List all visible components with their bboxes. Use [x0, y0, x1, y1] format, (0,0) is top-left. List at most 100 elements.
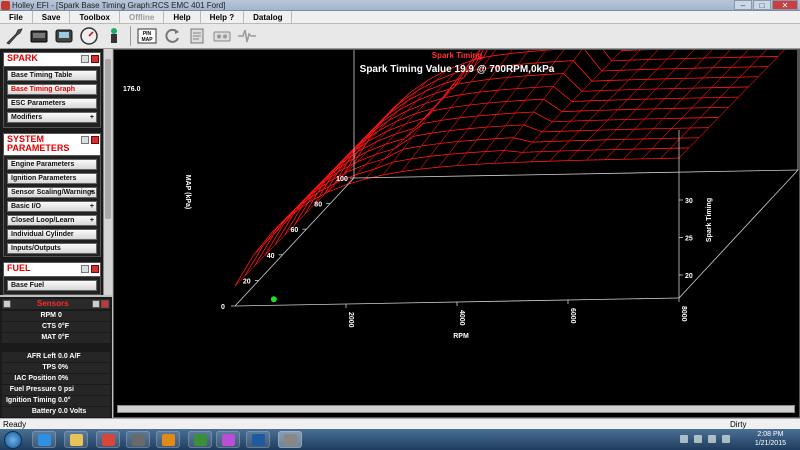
toolbar: PIN MAP — [0, 24, 800, 49]
tray-network-icon[interactable] — [708, 435, 716, 443]
taskbar-clock[interactable]: 2:08 PM 1/21/2015 — [755, 430, 786, 448]
sidebar-item-individual-cylinder[interactable]: Individual Cylinder — [7, 229, 97, 240]
menu-save[interactable]: Save — [33, 10, 71, 24]
surface-map-line — [364, 57, 484, 180]
taskbar-app-button[interactable] — [278, 431, 302, 448]
minimize-icon[interactable] — [92, 300, 100, 308]
taskbar-app-button[interactable] — [96, 431, 120, 448]
close-button[interactable]: ✕ — [772, 0, 798, 10]
sidebar-scrollbar[interactable] — [103, 49, 112, 295]
surface-map-line — [271, 110, 392, 233]
sensor-row-iac: IAC Position 0% — [2, 374, 110, 384]
timing-axis-label: Spark Timing — [706, 198, 713, 242]
timing-tick-label: 25 — [685, 236, 693, 243]
notes-icon[interactable] — [186, 25, 208, 47]
taskbar-app-button[interactable] — [156, 431, 180, 448]
sidebar-scroll-thumb[interactable] — [105, 59, 111, 219]
ecu-icon[interactable] — [28, 25, 50, 47]
gauge-icon[interactable] — [78, 25, 100, 47]
tray-up-arrow-icon[interactable] — [680, 435, 688, 443]
fuel-panel: FUEL Base Fuel — [3, 262, 101, 295]
menu-bar: File Save Toolbox Offline Help Help ? Da… — [0, 10, 800, 24]
handheld-icon[interactable] — [53, 25, 75, 47]
sensor-row-afr-left: AFR Left 0.0 A/F — [2, 352, 110, 362]
wrench-icon[interactable] — [3, 25, 25, 47]
outlook-icon — [162, 434, 175, 446]
surface-rpm-line — [313, 60, 759, 205]
close-icon[interactable] — [91, 55, 99, 63]
windows-taskbar: 2:08 PM 1/21/2015 — [0, 429, 800, 450]
usb-icon[interactable] — [103, 25, 125, 47]
corner-value: 176.0 — [123, 86, 141, 93]
surface-map-line — [678, 50, 785, 159]
sidebar-item-esc-parameters[interactable]: ESC Parameters — [7, 98, 97, 109]
pin-map-icon[interactable]: PIN MAP — [136, 25, 158, 47]
sidebar-item-base-fuel[interactable]: Base Fuel — [7, 280, 97, 291]
taskbar-app-button[interactable] — [126, 431, 150, 448]
system-panel-header: SYSTEM PARAMETERS — [4, 134, 100, 156]
taskbar-app-button[interactable] — [188, 431, 212, 448]
taskbar-app-button[interactable] — [32, 431, 56, 448]
taskbar-app-button[interactable] — [246, 431, 270, 448]
rpm-tick-label: 8000 — [680, 306, 687, 322]
close-icon[interactable] — [101, 300, 109, 308]
taskbar-app-button[interactable] — [64, 431, 88, 448]
maximize-button[interactable]: □ — [753, 0, 771, 10]
menu-offline[interactable]: Offline — [120, 10, 165, 24]
holley-icon — [284, 434, 297, 446]
tape-icon[interactable] — [211, 25, 233, 47]
sidebar-item-engine-parameters[interactable]: Engine Parameters — [7, 159, 97, 170]
chart-horizontal-scrollbar[interactable] — [117, 405, 795, 413]
status-bar: Ready Dirty — [0, 418, 800, 429]
spark-panel: SPARK Base Timing Table Base Timing Grap… — [3, 52, 101, 128]
taskbar-app-button[interactable] — [216, 431, 240, 448]
fuel-panel-title: FUEL — [7, 263, 31, 273]
surface-map-line — [290, 92, 410, 216]
minimize-icon[interactable] — [81, 265, 89, 273]
menu-help-about[interactable]: Help ? — [201, 10, 245, 24]
map-tick-label: 40 — [267, 253, 275, 260]
tray-flag-icon[interactable] — [694, 435, 702, 443]
sidebar-item-basic-io[interactable]: Basic I/O + — [7, 201, 97, 212]
sidebar-item-inputs-outputs[interactable]: Inputs/Outputs — [7, 243, 97, 254]
minimize-icon[interactable] — [81, 136, 89, 144]
sensor-row-cts: CTS 0°F — [2, 322, 110, 332]
start-button[interactable] — [4, 431, 22, 449]
spark-timing-3d-graph[interactable]: 0 20 40 60 80 100 2000 4000 6000 8000 20 25 30 Spark… — [114, 50, 800, 419]
chrome-icon — [102, 434, 115, 446]
minimize-icon[interactable] — [81, 55, 89, 63]
waveform-icon[interactable] — [236, 25, 258, 47]
window-title: Holley EFI - [Spark Base Timing Graph:RC… — [12, 1, 226, 10]
tray-volume-icon[interactable] — [722, 435, 730, 443]
sidebar-item-closed-loop[interactable]: Closed Loop/Learn + — [7, 215, 97, 226]
menu-file[interactable]: File — [0, 10, 33, 24]
surface-map-line — [308, 79, 429, 203]
refresh-icon[interactable] — [161, 25, 183, 47]
surface-map-line — [549, 50, 659, 162]
sidebar-item-modifiers[interactable]: Modifiers + — [7, 112, 97, 123]
surface-rpm-line — [244, 147, 689, 277]
menu-help[interactable]: Help — [164, 10, 201, 24]
folder-icon — [70, 434, 83, 446]
photoshop-icon — [252, 434, 265, 446]
spark-timing-graph-window: 0 20 40 60 80 100 2000 4000 6000 8000 20 25 30 Spark… — [113, 49, 800, 418]
sensor-row-ignition-timing: Ignition Timing 0.0° — [2, 396, 110, 406]
sidebar-item-ignition-parameters[interactable]: Ignition Parameters — [7, 173, 97, 184]
surface-map-line — [604, 50, 713, 160]
menu-datalog[interactable]: Datalog — [244, 10, 293, 24]
menu-toolbox[interactable]: Toolbox — [70, 10, 120, 24]
fuel-panel-header: FUEL — [4, 263, 100, 277]
close-icon[interactable] — [91, 136, 99, 144]
clock-time: 2:08 PM — [757, 431, 784, 438]
sensors-menu-icon[interactable] — [3, 300, 11, 308]
sidebar-item-base-timing-table[interactable]: Base Timing Table — [7, 70, 97, 81]
clock-date: 1/21/2015 — [754, 440, 786, 447]
map-tick-label: 80 — [314, 202, 322, 209]
close-icon[interactable] — [91, 265, 99, 273]
spark-timing-surface — [234, 50, 785, 287]
selected-point-marker[interactable] — [270, 296, 277, 303]
timing-tick-label: 20 — [685, 273, 693, 280]
sidebar-item-base-timing-graph[interactable]: Base Timing Graph — [7, 84, 97, 95]
sidebar-item-sensor-scaling[interactable]: Sensor Scaling/Warnings + — [7, 187, 97, 198]
minimize-button[interactable]: – — [734, 0, 752, 10]
